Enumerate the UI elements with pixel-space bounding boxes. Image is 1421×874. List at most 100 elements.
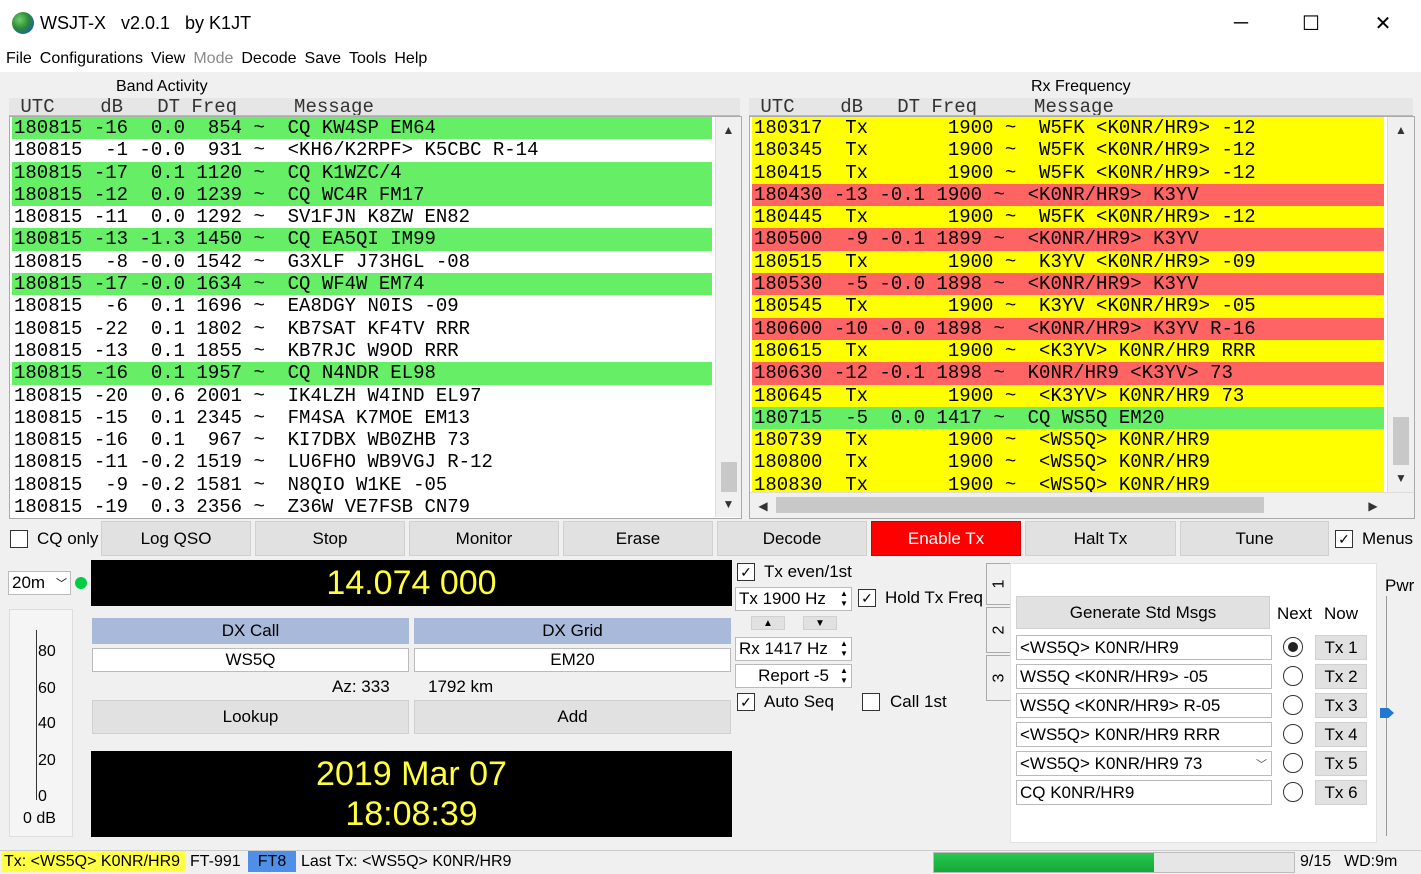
- tab-2[interactable]: 2: [986, 607, 1012, 653]
- pwr-slider-handle[interactable]: [1380, 708, 1394, 718]
- next-radio-tx3[interactable]: [1283, 695, 1303, 715]
- tx5-message-field[interactable]: <WS5Q> K0NR/HR9 73 ﹀: [1016, 751, 1272, 776]
- rx-scroll-thumb[interactable]: [1393, 417, 1409, 465]
- rx-frequency-row[interactable]: 180345 Tx 1900 ~ W5FK <K0NR/HR9> -12: [752, 139, 1384, 162]
- halt-tx-button[interactable]: Halt Tx: [1025, 521, 1176, 556]
- scroll-up-icon[interactable]: ▲: [1388, 119, 1414, 141]
- decode-button[interactable]: Decode: [717, 521, 867, 556]
- menu-configurations[interactable]: Configurations: [40, 50, 143, 68]
- tx-freq-spinbox[interactable]: Tx 1900 Hz ▲ ▼: [735, 587, 852, 611]
- rx-frequency-row[interactable]: 180800 Tx 1900 ~ <WS5Q> K0NR/HR9: [752, 451, 1384, 474]
- band-activity-row[interactable]: 180815 -8 -0.0 1542 ~ G3XLF J73HGL -08: [12, 251, 712, 273]
- tab-3[interactable]: 3: [986, 655, 1012, 701]
- rx-frequency-row[interactable]: 180317 Tx 1900 ~ W5FK <K0NR/HR9> -12: [752, 117, 1384, 140]
- erase-button[interactable]: Erase: [563, 521, 713, 556]
- rx-frequency-row[interactable]: 180500 -9 -0.1 1899 ~ <K0NR/HR9> K3YV: [752, 228, 1384, 251]
- rx-hscroll-thumb[interactable]: [776, 497, 1264, 513]
- band-activity-row[interactable]: 180815 -6 0.1 1696 ~ EA8DGY N0IS -09: [12, 295, 712, 317]
- add-button[interactable]: Add: [414, 700, 731, 734]
- tx4-now-button[interactable]: Tx 4: [1315, 722, 1367, 747]
- next-radio-tx4[interactable]: [1283, 724, 1303, 744]
- band-activity-row[interactable]: 180815 -15 0.1 2345 ~ FM4SA K7MOE EM13: [12, 407, 712, 429]
- menu-save[interactable]: Save: [305, 50, 341, 68]
- rx-frequency-row[interactable]: 180739 Tx 1900 ~ <WS5Q> K0NR/HR9: [752, 429, 1384, 452]
- band-activity-row[interactable]: 180815 -20 0.6 2001 ~ IK4LZH W4IND EL97: [12, 385, 712, 407]
- monitor-button[interactable]: Monitor: [409, 521, 559, 556]
- scroll-up-icon[interactable]: ▲: [716, 119, 741, 141]
- band-select[interactable]: 20m ﹀: [8, 571, 71, 595]
- rx-vertical-scrollbar[interactable]: ▲ ▼: [1387, 117, 1414, 492]
- tune-button[interactable]: Tune: [1180, 521, 1329, 556]
- stop-button[interactable]: Stop: [255, 521, 405, 556]
- tx6-message-field[interactable]: CQ K0NR/HR9: [1016, 780, 1272, 805]
- menu-help[interactable]: Help: [394, 50, 427, 68]
- tx5-now-button[interactable]: Tx 5: [1315, 751, 1367, 776]
- rx-to-tx-down-icon[interactable]: ▼: [803, 616, 837, 630]
- tx2-message-field[interactable]: WS5Q <K0NR/HR9> -05: [1016, 664, 1272, 689]
- rx-frequency-row[interactable]: 180515 Tx 1900 ~ K3YV <K0NR/HR9> -09: [752, 250, 1384, 274]
- band-activity-row[interactable]: 180815 -22 0.1 1802 ~ KB7SAT KF4TV RRR: [12, 318, 712, 340]
- band-activity-row[interactable]: 180815 -11 0.0 1292 ~ SV1FJN K8ZW EN82: [12, 206, 712, 228]
- tx1-message-field[interactable]: <WS5Q> K0NR/HR9: [1016, 635, 1272, 660]
- band-activity-row[interactable]: 180815 -1 -0.0 931 ~ <KH6/K2RPF> K5CBC R…: [12, 139, 712, 161]
- band-activity-row[interactable]: 180815 -13 0.1 1855 ~ KB7RJC W9OD RRR: [12, 340, 712, 362]
- tab-1[interactable]: 1: [986, 563, 1012, 605]
- scroll-left-icon[interactable]: ◀: [752, 493, 774, 518]
- menus-checkbox[interactable]: ✓: [1335, 530, 1353, 548]
- enable-tx-button[interactable]: Enable Tx: [871, 521, 1021, 556]
- next-radio-tx2[interactable]: [1283, 666, 1303, 686]
- band-activity-row[interactable]: 180815 -17 0.1 1120 ~ CQ K1WZC/4: [12, 161, 712, 184]
- scroll-down-icon[interactable]: ▼: [1388, 467, 1414, 489]
- minimize-button[interactable]: ─: [1206, 0, 1276, 46]
- dx-call-input[interactable]: WS5Q: [92, 648, 409, 672]
- band-activity-row[interactable]: 180815 -19 0.3 2356 ~ Z36W VE7FSB CN79: [12, 496, 712, 518]
- scroll-right-icon[interactable]: ▶: [1362, 493, 1384, 518]
- tx-to-rx-up-icon[interactable]: ▲: [751, 616, 785, 630]
- rx-frequency-list[interactable]: 180317 Tx 1900 ~ W5FK <K0NR/HR9> -12 1803…: [749, 116, 1415, 519]
- rx-frequency-row[interactable]: 180715 -5 0.0 1417 ~ CQ WS5Q EM20: [752, 406, 1384, 430]
- menu-decode[interactable]: Decode: [241, 50, 296, 68]
- lookup-button[interactable]: Lookup: [92, 700, 409, 734]
- band-activity-list[interactable]: 180815 -16 0.0 854 ~ CQ KW4SP EM64 180815…: [9, 116, 742, 519]
- dx-grid-input[interactable]: EM20: [414, 648, 731, 672]
- tx2-now-button[interactable]: Tx 2: [1315, 664, 1367, 689]
- rx-frequency-row[interactable]: 180430 -13 -0.1 1900 ~ <K0NR/HR9> K3YV: [752, 183, 1384, 207]
- menu-view[interactable]: View: [151, 50, 185, 68]
- band-activity-row[interactable]: 180815 -9 -0.2 1581 ~ N8QIO W1KE -05: [12, 474, 712, 496]
- tx3-message-field[interactable]: WS5Q <K0NR/HR9> R-05: [1016, 693, 1272, 718]
- rx-frequency-row[interactable]: 180600 -10 -0.0 1898 ~ <K0NR/HR9> K3YV R…: [752, 317, 1384, 340]
- band-activity-row[interactable]: 180815 -11 -0.2 1519 ~ LU6FHO WB9VGJ R-1…: [12, 451, 712, 473]
- band-activity-row[interactable]: 180815 -16 0.1 967 ~ KI7DBX WB0ZHB 73: [12, 429, 712, 451]
- spin-arrows-icon[interactable]: ▲ ▼: [838, 639, 850, 659]
- rx-frequency-row[interactable]: 180615 Tx 1900 ~ <K3YV> K0NR/HR9 RRR: [752, 339, 1384, 363]
- tx4-message-field[interactable]: <WS5Q> K0NR/HR9 RRR: [1016, 722, 1272, 747]
- spin-arrows-icon[interactable]: ▲ ▼: [838, 666, 850, 686]
- menu-file[interactable]: File: [6, 50, 32, 68]
- next-radio-tx5[interactable]: [1283, 753, 1303, 773]
- menu-tools[interactable]: Tools: [349, 50, 386, 68]
- tx3-now-button[interactable]: Tx 3: [1315, 693, 1367, 718]
- tx-even-checkbox[interactable]: ✓: [737, 563, 755, 581]
- band-activity-row[interactable]: 180815 -16 0.1 1957 ~ CQ N4NDR EL98: [12, 362, 712, 385]
- hold-tx-freq-checkbox[interactable]: ✓: [858, 589, 876, 607]
- rx-frequency-row[interactable]: 180415 Tx 1900 ~ W5FK <K0NR/HR9> -12: [752, 161, 1384, 184]
- rx-frequency-row[interactable]: 180630 -12 -0.1 1898 ~ K0NR/HR9 <K3YV> 7…: [752, 362, 1384, 385]
- tx6-now-button[interactable]: Tx 6: [1315, 780, 1367, 805]
- generate-std-msgs-button[interactable]: Generate Std Msgs: [1016, 596, 1270, 629]
- rx-frequency-row[interactable]: 180530 -5 -0.0 1898 ~ <K0NR/HR9> K3YV: [752, 273, 1384, 296]
- maximize-button[interactable]: ☐: [1276, 0, 1346, 46]
- band-scrollbar[interactable]: ▲ ▼: [715, 117, 741, 517]
- close-button[interactable]: ✕: [1348, 0, 1418, 46]
- report-spinbox[interactable]: Report -5 ▲ ▼: [735, 664, 852, 688]
- band-activity-row[interactable]: 180815 -17 -0.0 1634 ~ CQ WF4W EM74: [12, 273, 712, 296]
- auto-seq-checkbox[interactable]: ✓: [737, 693, 755, 711]
- log-qso-button[interactable]: Log QSO: [101, 521, 251, 556]
- scroll-down-icon[interactable]: ▼: [716, 493, 741, 515]
- rx-frequency-row[interactable]: 180645 Tx 1900 ~ <K3YV> K0NR/HR9 73: [752, 384, 1384, 407]
- next-radio-tx6[interactable]: [1283, 782, 1303, 802]
- rx-frequency-row[interactable]: 180445 Tx 1900 ~ W5FK <K0NR/HR9> -12: [752, 206, 1384, 229]
- rx-horizontal-scrollbar[interactable]: ◀ ▶: [750, 492, 1414, 518]
- band-activity-row[interactable]: 180815 -16 0.0 854 ~ CQ KW4SP EM64: [12, 117, 712, 140]
- band-activity-row[interactable]: 180815 -13 -1.3 1450 ~ CQ EA5QI IM99: [12, 228, 712, 251]
- tx1-now-button[interactable]: Tx 1: [1315, 635, 1367, 660]
